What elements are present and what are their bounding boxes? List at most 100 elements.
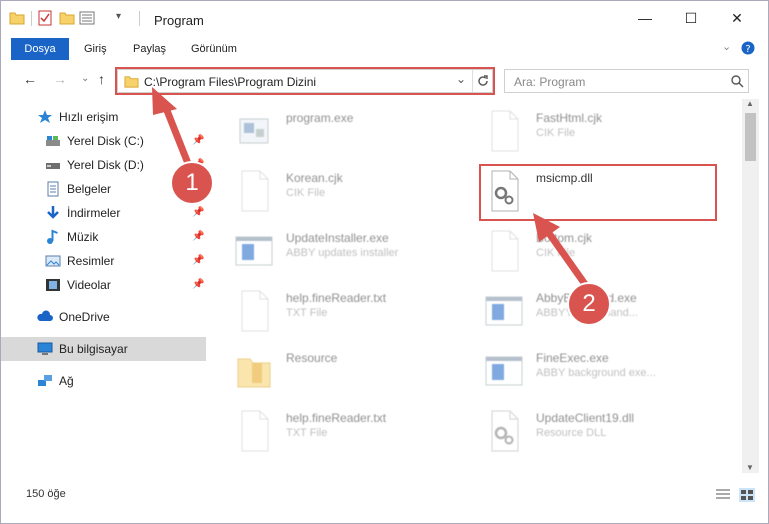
sidebar-item-label: Belgeler <box>67 182 112 196</box>
sidebar-item-pictures[interactable]: Resimler 📌 <box>1 249 206 273</box>
pin-icon[interactable]: 📌 <box>192 231 204 242</box>
network-icon <box>38 375 52 386</box>
item-count: 150 öğe <box>26 488 66 500</box>
back-icon[interactable]: ← <box>23 71 37 87</box>
sidebar-item-quick-access[interactable]: Hızlı erişim <box>1 105 206 129</box>
file-name: program.exe <box>286 111 354 125</box>
blank-file-icon <box>241 290 269 332</box>
tab-share[interactable]: Paylaş <box>133 43 166 55</box>
file-description: ABBY updates installer <box>286 247 399 259</box>
file-item[interactable]: FastHtml.cjk CIK File <box>464 103 704 159</box>
navigation-pane: Hızlı erişim Yerel Disk (C:) 📌 Yerel Dis… <box>1 101 206 473</box>
sidebar-item-onedrive[interactable]: OneDrive <box>1 305 206 329</box>
tab-file[interactable]: Dosya <box>11 38 69 60</box>
chevron-down-icon[interactable]: ⌄ <box>456 72 466 86</box>
sidebar-item-label: Hızlı erişim <box>59 110 119 124</box>
refresh-icon[interactable] <box>476 74 490 88</box>
pin-icon[interactable]: 📌 <box>192 207 204 218</box>
file-name: FastHtml.cjk <box>536 111 602 125</box>
file-item-msicmp-dll[interactable]: msicmp.dll <box>464 163 704 219</box>
file-item[interactable]: program.exe <box>214 103 454 159</box>
title-bar: ▾ Program — ☐ ✕ <box>1 1 768 35</box>
sidebar-item-downloads[interactable]: İndirmeler 📌 <box>1 201 206 225</box>
pin-icon[interactable]: 📌 <box>192 135 204 146</box>
search-input[interactable]: Ara: Program <box>504 69 749 93</box>
drive-icon <box>46 163 60 169</box>
scroll-up-icon[interactable]: ▲ <box>746 99 754 108</box>
blank-file-icon <box>491 110 519 152</box>
blank-file-icon <box>241 170 269 212</box>
sidebar-item-this-pc[interactable]: Bu bilgisayar <box>1 337 206 361</box>
quick-access-dropdown-icon[interactable]: ▾ <box>116 11 121 22</box>
vertical-scrollbar[interactable]: ▲ ▼ <box>742 99 759 473</box>
file-item[interactable]: Bottom.cjk CIK File <box>464 223 704 279</box>
sidebar-item-network[interactable]: Ağ <box>1 369 206 393</box>
chevron-down-icon[interactable]: ⌄ <box>722 40 731 53</box>
pin-icon[interactable]: 📌 <box>192 279 204 290</box>
sidebar-item-label: OneDrive <box>59 310 110 324</box>
sidebar-item-label: İndirmeler <box>67 206 121 220</box>
search-icon[interactable] <box>730 74 744 88</box>
sidebar-item-label: Bu bilgisayar <box>59 342 128 356</box>
view-details-icon[interactable] <box>79 10 95 26</box>
sidebar-item-label: Yerel Disk (C:) <box>67 134 144 148</box>
sidebar-item-videos[interactable]: Videolar 📌 <box>1 273 206 297</box>
close-button[interactable]: ✕ <box>714 1 760 35</box>
file-item[interactable]: help.fineReader.txt TXT File <box>214 283 454 339</box>
divider <box>139 11 140 26</box>
videos-icon <box>46 279 60 291</box>
pin-icon[interactable]: 📌 <box>192 183 204 194</box>
file-name: UpdateClient19.dll <box>536 411 635 425</box>
details-view-icon[interactable] <box>715 488 731 502</box>
file-name: Bottom.cjk <box>536 231 593 245</box>
search-placeholder: Ara: Program <box>514 75 586 89</box>
computer-icon <box>37 342 53 355</box>
app-window-icon <box>235 236 273 266</box>
help-icon[interactable]: ? <box>741 41 755 55</box>
new-folder-icon[interactable] <box>59 10 75 26</box>
file-item[interactable]: AbbyBackgrnd.exe ABBYY client hand... <box>464 283 704 339</box>
file-name: Resource <box>286 351 338 365</box>
app-window-icon <box>485 356 523 386</box>
download-icon <box>47 206 59 219</box>
file-item[interactable]: help.fineReader.txt TXT File <box>214 403 454 459</box>
address-bar[interactable]: C:\Program Files\Program Dizini ⌄ <box>117 69 493 93</box>
forward-icon[interactable]: → <box>53 71 67 87</box>
file-item[interactable]: FineExec.exe ABBY background exe... <box>464 343 704 399</box>
file-description: ABBY background exe... <box>536 367 656 379</box>
file-description: TXT File <box>286 427 328 439</box>
properties-icon[interactable] <box>37 10 53 26</box>
large-icons-view-icon[interactable] <box>739 488 755 502</box>
pin-icon[interactable]: 📌 <box>192 255 204 266</box>
sidebar-item-label: Müzik <box>67 230 99 244</box>
file-item[interactable]: UpdateClient19.dll Resource DLL <box>464 403 704 459</box>
file-description: CIK File <box>536 247 576 259</box>
music-icon <box>47 229 58 244</box>
recent-locations-icon[interactable]: ⌄ <box>81 73 89 84</box>
file-name: help.fineReader.txt <box>286 291 387 305</box>
file-item[interactable]: Resource <box>214 343 454 399</box>
file-list: program.exe FastHtml.cjk CIK File Korean.cj… <box>209 101 741 473</box>
up-icon[interactable]: ↑ <box>98 71 105 87</box>
address-path: C:\Program Files\Program Dizini <box>144 75 317 89</box>
file-item[interactable]: UpdateInstaller.exe ABBY updates installe… <box>214 223 454 279</box>
minimize-button[interactable]: — <box>622 1 668 35</box>
maximize-button[interactable]: ☐ <box>668 1 714 35</box>
star-icon <box>38 110 52 123</box>
file-item[interactable]: Korean.cjk CIK File <box>214 163 454 219</box>
sidebar-item-local-disk-c[interactable]: Yerel Disk (C:) 📌 <box>1 129 206 153</box>
exe-icon <box>239 118 269 144</box>
sidebar-item-music[interactable]: Müzik 📌 <box>1 225 206 249</box>
sidebar-item-label: Resimler <box>67 254 115 268</box>
pin-icon[interactable]: 📌 <box>192 159 204 170</box>
drive-icon <box>46 136 60 146</box>
divider <box>472 70 473 92</box>
file-name: UpdateInstaller.exe <box>286 231 389 245</box>
scroll-down-icon[interactable]: ▼ <box>746 463 754 472</box>
sidebar-item-documents[interactable]: Belgeler 📌 <box>1 177 206 201</box>
scrollbar-thumb[interactable] <box>745 113 756 161</box>
tab-home[interactable]: Giriş <box>84 43 107 55</box>
tab-view[interactable]: Görünüm <box>191 43 237 55</box>
sidebar-item-local-disk-d[interactable]: Yerel Disk (D:) 📌 <box>1 153 206 177</box>
blank-file-icon <box>241 410 269 452</box>
